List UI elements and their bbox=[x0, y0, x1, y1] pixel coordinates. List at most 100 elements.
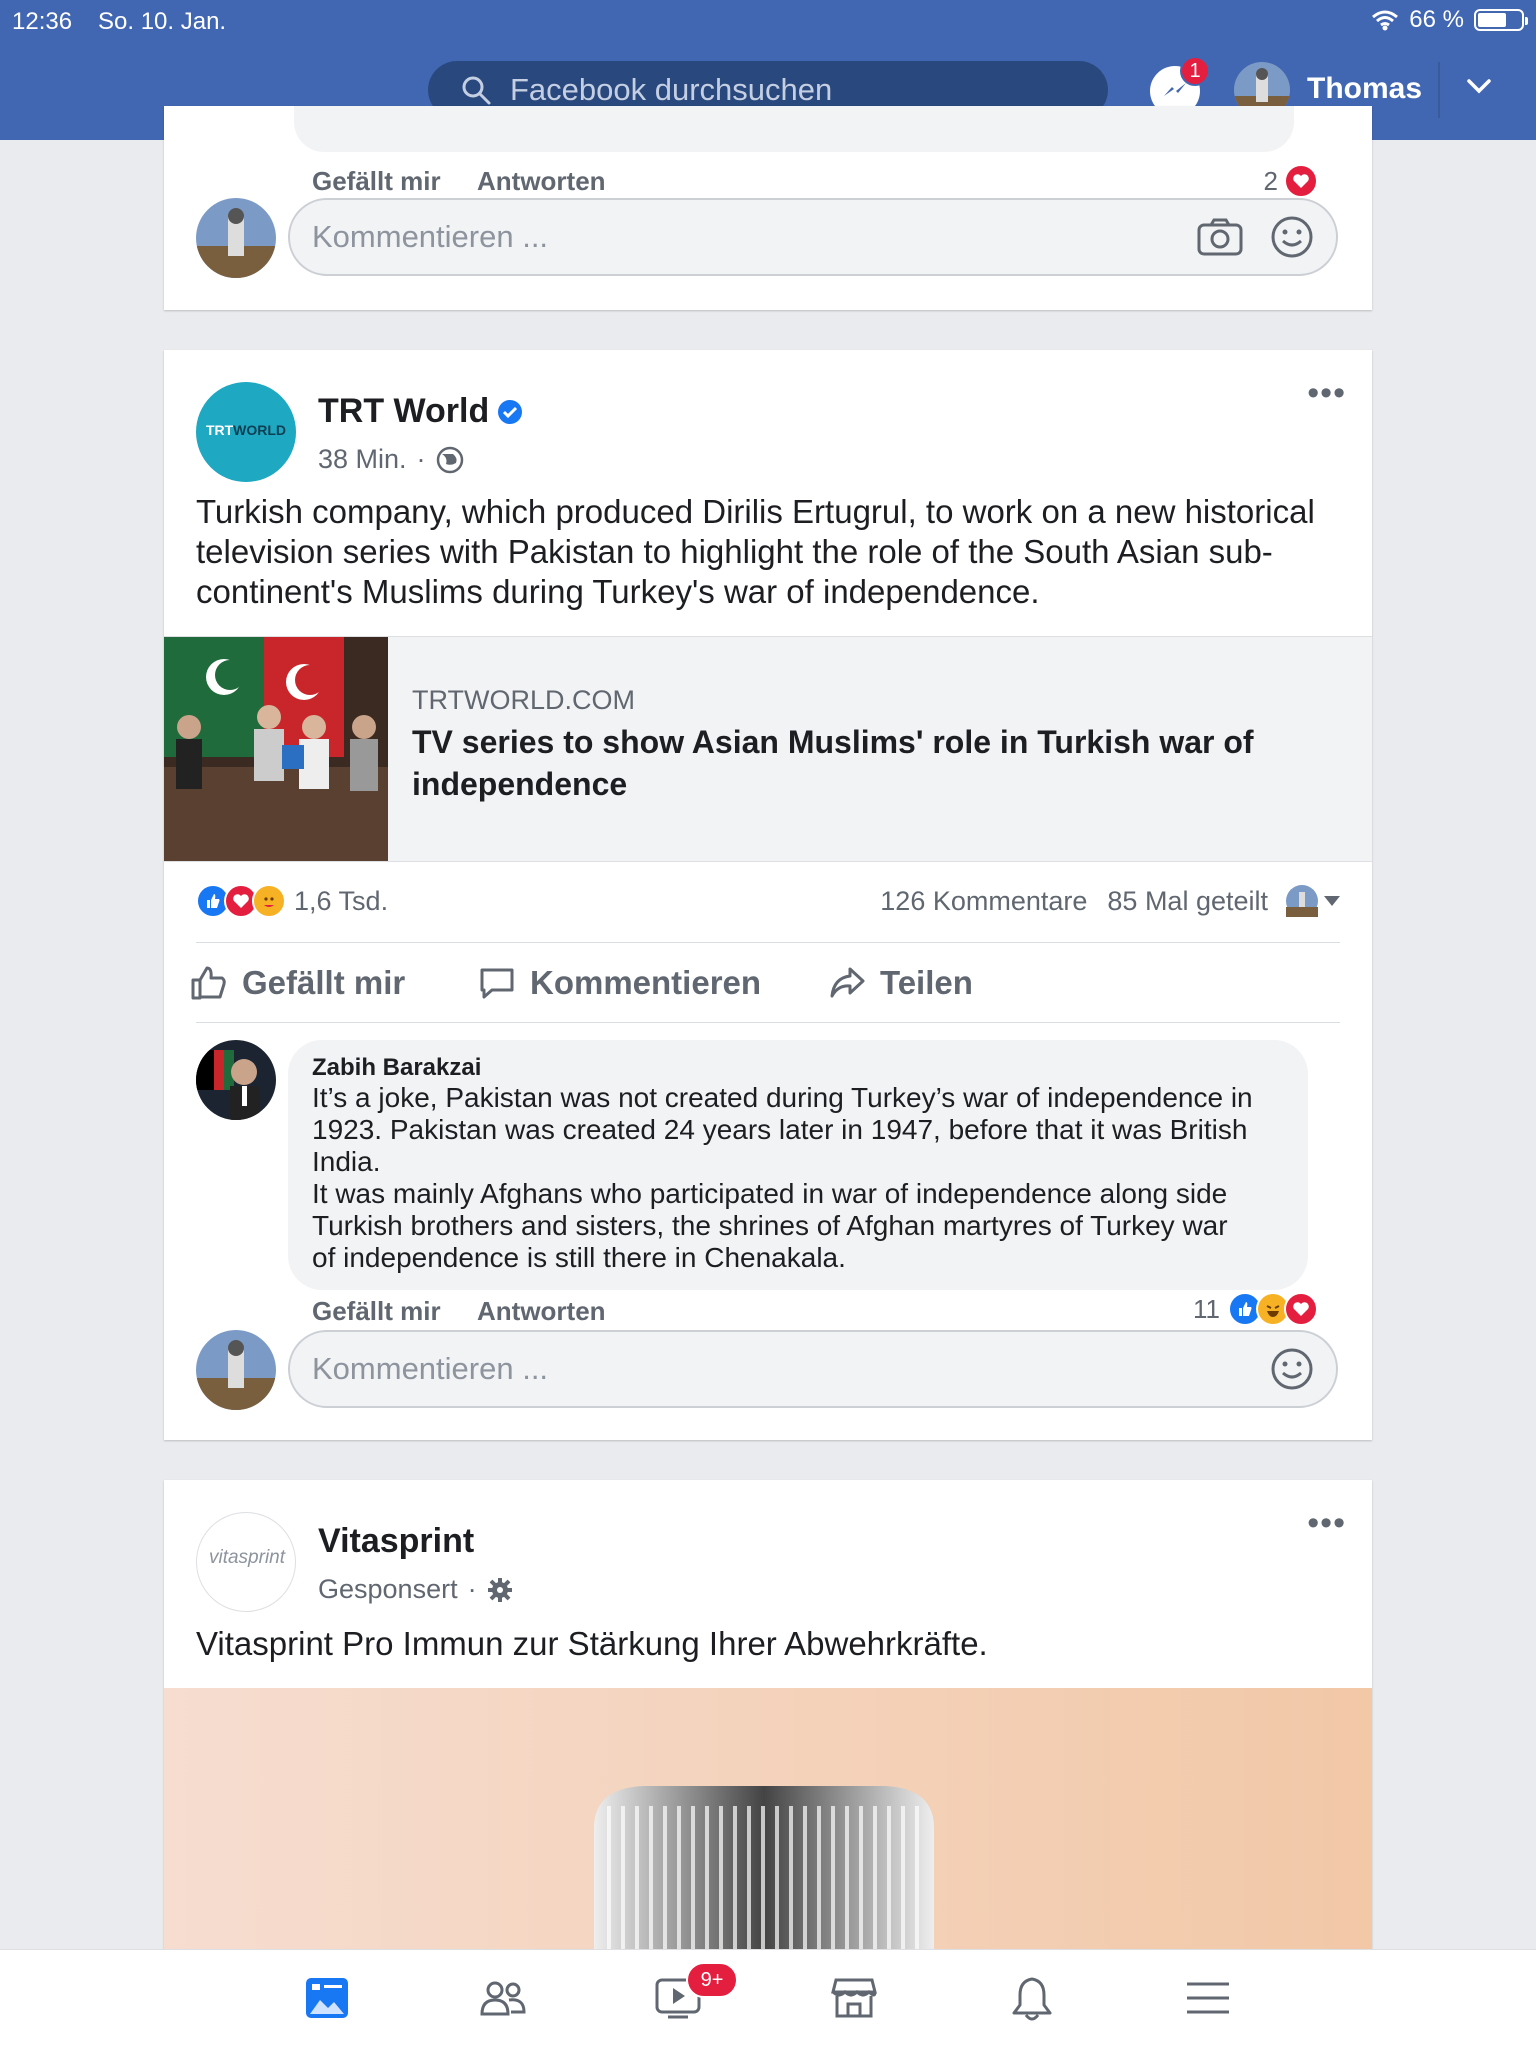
more-options-icon[interactable]: ••• bbox=[1307, 374, 1346, 413]
tab-friends[interactable] bbox=[479, 1974, 527, 2022]
comment-line: It’s a joke, Pakistan was not created du… bbox=[312, 1082, 1253, 1113]
bell-icon bbox=[1012, 1977, 1052, 2021]
verified-badge-icon bbox=[498, 399, 523, 424]
page-name[interactable]: Vitasprint bbox=[318, 1522, 474, 1561]
comment-input[interactable]: Kommentieren ... bbox=[288, 198, 1338, 276]
comment-input-placeholder: Kommentieren ... bbox=[312, 1351, 549, 1386]
share-button-label: Teilen bbox=[880, 964, 973, 1001]
shares-count[interactable]: 85 Mal geteilt bbox=[1107, 886, 1268, 917]
avatar bbox=[196, 1330, 276, 1410]
link-domain: TRTWORLD.COM bbox=[412, 685, 635, 715]
status-time: 12:36 bbox=[12, 8, 73, 35]
comment-input[interactable]: Kommentieren ... bbox=[288, 1330, 1338, 1408]
profile-name[interactable]: Thomas bbox=[1307, 72, 1422, 106]
tab-news-feed[interactable] bbox=[303, 1974, 351, 2022]
link-thumbnail bbox=[164, 637, 388, 861]
trt-world-post: TRTWORLD TRT World 38 Min. · ••• Turkish… bbox=[164, 350, 1372, 1440]
link-preview[interactable]: TRTWORLD.COM TV series to show Asian Mus… bbox=[164, 636, 1372, 862]
post-meta: Gesponsert · bbox=[318, 1574, 513, 1605]
page-avatar[interactable]: TRTWORLD bbox=[196, 382, 296, 482]
search-icon bbox=[462, 76, 491, 105]
avatar-text-trt: TRT bbox=[205, 422, 234, 438]
marketplace-icon bbox=[831, 1978, 877, 2018]
like-button-label: Gefällt mir bbox=[242, 964, 406, 1001]
page-name-text: TRT World bbox=[318, 392, 490, 430]
tab-menu[interactable] bbox=[1184, 1974, 1232, 2022]
header-divider bbox=[1438, 62, 1440, 118]
more-options-icon[interactable]: ••• bbox=[1307, 1504, 1346, 1543]
messenger-badge: 1 bbox=[1180, 56, 1210, 86]
battery-percent: 66 % bbox=[1409, 6, 1464, 33]
wifi-icon bbox=[1372, 10, 1399, 31]
share-icon bbox=[830, 967, 865, 998]
like-button[interactable]: Gefällt mir bbox=[190, 964, 405, 1002]
post-time[interactable]: 38 Min. bbox=[318, 444, 407, 475]
love-reaction-icon bbox=[1284, 1292, 1318, 1326]
stats-divider bbox=[196, 942, 1340, 943]
status-date: So. 10. Jan. bbox=[98, 8, 227, 35]
menu-icon bbox=[1187, 1982, 1229, 2014]
caret-down-icon bbox=[1324, 896, 1340, 906]
share-button[interactable]: Teilen bbox=[828, 964, 973, 1002]
comment-line: It was mainly Afghans who participated i… bbox=[312, 1178, 1228, 1209]
post-text: Vitasprint Pro Immun zur Stärkung Ihrer … bbox=[196, 1625, 988, 1662]
comment-line: of independence is still there in Chenak… bbox=[312, 1242, 846, 1273]
avatar bbox=[1286, 885, 1318, 917]
link-title: TV series to show Asian Muslims' role in… bbox=[412, 724, 1254, 802]
meta-separator: · bbox=[467, 1574, 477, 1604]
chevron-down-icon[interactable] bbox=[1466, 78, 1492, 96]
actions-divider bbox=[196, 1022, 1340, 1023]
meta-separator: · bbox=[416, 444, 426, 474]
reaction-summary[interactable]: 1,6 Tsd. bbox=[196, 884, 388, 918]
globe-icon bbox=[436, 446, 463, 473]
comment-line: 1923. Pakistan was created 24 years late… bbox=[312, 1114, 1248, 1145]
comment-like-link[interactable]: Gefällt mir bbox=[312, 166, 441, 197]
care-reaction-icon bbox=[252, 884, 286, 918]
previous-post-card: Gefällt mir Antworten 2 Kommentieren ... bbox=[164, 106, 1372, 310]
tab-marketplace[interactable] bbox=[830, 1974, 878, 2022]
comment-button-label: Kommentieren bbox=[530, 964, 762, 1001]
avatar-logo-text: vitasprint bbox=[208, 1547, 286, 1568]
post-meta: 38 Min. · bbox=[318, 444, 464, 475]
emoji-icon[interactable] bbox=[1270, 1347, 1314, 1391]
previous-comment-bubble bbox=[294, 106, 1294, 152]
page-avatar[interactable]: vitasprint bbox=[196, 1512, 296, 1612]
comment-bubble: Zabih Barakzai It’s a joke, Pakistan was… bbox=[288, 1040, 1308, 1290]
comment-reply-link[interactable]: Antworten bbox=[477, 166, 606, 197]
page-name[interactable]: TRT World bbox=[318, 392, 523, 431]
ad-image[interactable] bbox=[164, 1688, 1372, 1968]
watch-badge: 9+ bbox=[686, 1962, 738, 1998]
comment-button[interactable]: Kommentieren bbox=[478, 964, 761, 1002]
comment-icon bbox=[480, 968, 514, 999]
sponsored-label[interactable]: Gesponsert bbox=[318, 1574, 458, 1605]
comment-input-placeholder: Kommentieren ... bbox=[312, 219, 549, 254]
camera-icon[interactable] bbox=[1196, 217, 1244, 257]
comment-author[interactable]: Zabih Barakzai bbox=[312, 1054, 1284, 1082]
avatar bbox=[196, 198, 276, 278]
thumbs-up-icon bbox=[191, 966, 226, 1000]
post-stats: 1,6 Tsd. 126 Kommentare 85 Mal geteilt bbox=[196, 884, 1340, 918]
news-feed-icon bbox=[306, 1978, 348, 2018]
sponsored-post: vitasprint Vitasprint Gesponsert · ••• V… bbox=[164, 1480, 1372, 1968]
status-indicators: 66 % bbox=[1371, 6, 1528, 34]
comment-text: It’s a joke, Pakistan was not created du… bbox=[312, 1082, 1284, 1274]
emoji-icon[interactable] bbox=[1270, 215, 1314, 259]
comment-like-link[interactable]: Gefällt mir bbox=[312, 1296, 441, 1327]
gear-icon bbox=[487, 1577, 512, 1602]
audience-selector[interactable] bbox=[1286, 885, 1340, 917]
heart-icon bbox=[1284, 164, 1318, 198]
avatar-text-world: WORLD bbox=[233, 422, 287, 438]
comments-count[interactable]: 126 Kommentare bbox=[880, 886, 1087, 917]
reactions-count: 1,6 Tsd. bbox=[294, 885, 389, 916]
comment-reaction-count: 2 bbox=[1263, 165, 1278, 196]
search-placeholder: Facebook durchsuchen bbox=[510, 72, 833, 107]
avatar[interactable] bbox=[196, 1040, 276, 1120]
comment-reactions[interactable]: 2 bbox=[1264, 164, 1318, 198]
battery-icon bbox=[1474, 9, 1528, 31]
tab-notifications[interactable] bbox=[1008, 1974, 1056, 2022]
comment-line: India. bbox=[312, 1146, 381, 1177]
comment-line: Turkish brothers and sisters, the shrine… bbox=[312, 1210, 1228, 1241]
comment-reactions[interactable]: 11 bbox=[1193, 1292, 1318, 1326]
post-text: Turkish company, which produced Dirilis … bbox=[196, 493, 1315, 610]
comment-reply-link[interactable]: Antworten bbox=[477, 1296, 606, 1327]
